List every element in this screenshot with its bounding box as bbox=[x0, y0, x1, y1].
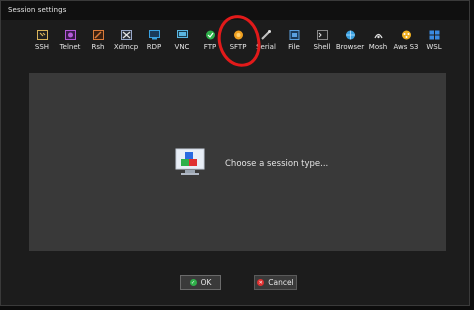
xdmcp-icon bbox=[120, 29, 133, 40]
tool-label: Rsh bbox=[91, 43, 105, 51]
rdp-icon bbox=[148, 29, 161, 40]
vnc-icon bbox=[176, 29, 189, 40]
tool-ssh[interactable]: SSH bbox=[28, 27, 56, 57]
aws-s3-icon bbox=[400, 29, 413, 40]
check-icon: ✓ bbox=[189, 279, 197, 286]
tool-label: Telnet bbox=[59, 43, 81, 51]
session-placeholder: Choose a session type... bbox=[175, 148, 328, 180]
tool-serial[interactable]: Serial bbox=[252, 27, 280, 57]
tool-label: RDP bbox=[146, 43, 162, 51]
mosh-icon bbox=[372, 29, 385, 40]
rsh-icon bbox=[92, 29, 105, 40]
tool-ftp[interactable]: FTP bbox=[196, 27, 224, 57]
tool-sftp[interactable]: SFTP bbox=[224, 27, 252, 57]
sftp-icon bbox=[232, 29, 245, 40]
tool-label: Mosh bbox=[368, 43, 388, 51]
tool-label: Aws S3 bbox=[393, 43, 419, 51]
ok-label: OK bbox=[200, 278, 212, 287]
session-type-toolbar: SSH Telnet Rsh Xdmcp RDP VNC FTP SFTP Se… bbox=[28, 27, 448, 57]
wsl-icon bbox=[428, 29, 441, 40]
cancel-button[interactable]: ✕ Cancel bbox=[254, 275, 297, 290]
tool-label: WSL bbox=[426, 43, 442, 51]
serial-icon bbox=[260, 29, 273, 40]
ssh-icon bbox=[36, 29, 49, 40]
tool-shell[interactable]: Shell bbox=[308, 27, 336, 57]
tool-vnc[interactable]: VNC bbox=[168, 27, 196, 57]
window-title: Session settings bbox=[1, 1, 469, 20]
cancel-label: Cancel bbox=[268, 278, 294, 287]
tool-label: Serial bbox=[256, 43, 276, 51]
ftp-icon bbox=[204, 29, 217, 40]
tool-label: File bbox=[288, 43, 300, 51]
tool-browser[interactable]: Browser bbox=[336, 27, 364, 57]
browser-icon bbox=[344, 29, 357, 40]
tool-label: Browser bbox=[335, 43, 365, 51]
tool-rdp[interactable]: RDP bbox=[140, 27, 168, 57]
ok-button[interactable]: ✓ OK bbox=[180, 275, 221, 290]
tool-telnet[interactable]: Telnet bbox=[56, 27, 84, 57]
monitor-cubes-icon bbox=[175, 148, 205, 180]
tool-label: Shell bbox=[313, 43, 331, 51]
tool-label: Xdmcp bbox=[113, 43, 139, 51]
tool-rsh[interactable]: Rsh bbox=[84, 27, 112, 57]
shell-icon bbox=[316, 29, 329, 40]
tool-xdmcp[interactable]: Xdmcp bbox=[112, 27, 140, 57]
telnet-icon bbox=[64, 29, 77, 40]
tool-file[interactable]: File bbox=[280, 27, 308, 57]
tool-wsl[interactable]: WSL bbox=[420, 27, 448, 57]
file-icon bbox=[288, 29, 301, 40]
tool-label: FTP bbox=[203, 43, 217, 51]
session-settings-window: Session settings SSH Telnet Rsh Xdmcp RD… bbox=[0, 0, 470, 306]
tool-label: SSH bbox=[34, 43, 50, 51]
session-placeholder-text: Choose a session type... bbox=[225, 159, 329, 169]
tool-aws-s3[interactable]: Aws S3 bbox=[392, 27, 420, 57]
tool-mosh[interactable]: Mosh bbox=[364, 27, 392, 57]
close-icon: ✕ bbox=[257, 279, 265, 286]
tool-label: VNC bbox=[174, 43, 190, 51]
tool-label: SFTP bbox=[229, 43, 247, 51]
